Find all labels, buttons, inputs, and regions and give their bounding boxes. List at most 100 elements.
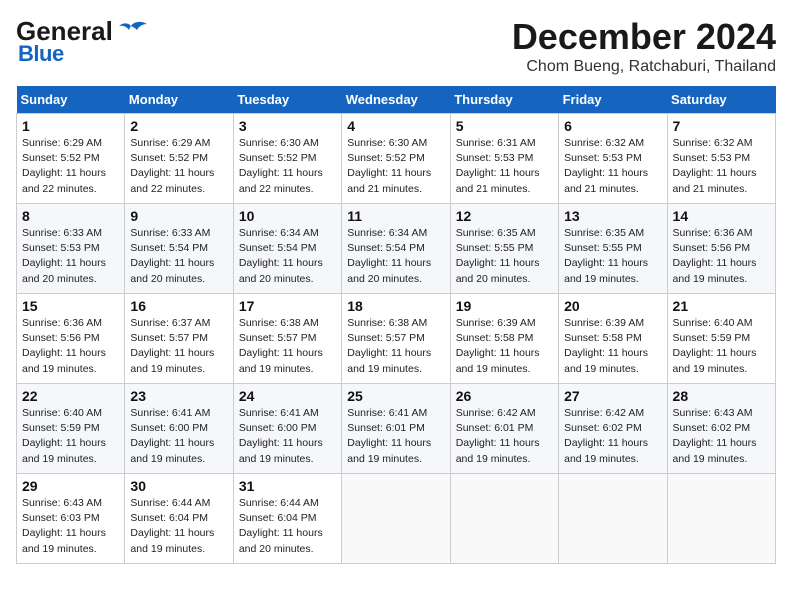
location-title: Chom Bueng, Ratchaburi, Thailand <box>512 58 776 76</box>
logo-blue: Blue <box>18 41 149 67</box>
day-info: Sunrise: 6:34 AM Sunset: 5:54 PM Dayligh… <box>239 226 336 287</box>
day-info: Sunrise: 6:41 AM Sunset: 6:00 PM Dayligh… <box>130 406 227 467</box>
calendar-day-cell: 23 Sunrise: 6:41 AM Sunset: 6:00 PM Dayli… <box>125 384 233 474</box>
day-number: 5 <box>456 118 553 134</box>
day-info: Sunrise: 6:38 AM Sunset: 5:57 PM Dayligh… <box>347 316 444 377</box>
day-info: Sunrise: 6:35 AM Sunset: 5:55 PM Dayligh… <box>456 226 553 287</box>
calendar-day-cell: 16 Sunrise: 6:37 AM Sunset: 5:57 PM Dayli… <box>125 294 233 384</box>
day-number: 14 <box>673 208 770 224</box>
day-number: 17 <box>239 298 336 314</box>
day-info: Sunrise: 6:41 AM Sunset: 6:00 PM Dayligh… <box>239 406 336 467</box>
day-number: 10 <box>239 208 336 224</box>
day-number: 29 <box>22 478 119 494</box>
day-info: Sunrise: 6:36 AM Sunset: 5:56 PM Dayligh… <box>673 226 770 287</box>
day-info: Sunrise: 6:33 AM Sunset: 5:53 PM Dayligh… <box>22 226 119 287</box>
calendar-day-cell <box>450 474 558 564</box>
day-info: Sunrise: 6:31 AM Sunset: 5:53 PM Dayligh… <box>456 136 553 197</box>
calendar-day-cell: 18 Sunrise: 6:38 AM Sunset: 5:57 PM Dayli… <box>342 294 450 384</box>
day-of-week-header: Thursday <box>450 86 558 114</box>
day-of-week-header: Sunday <box>17 86 125 114</box>
calendar-day-cell: 31 Sunrise: 6:44 AM Sunset: 6:04 PM Dayli… <box>233 474 341 564</box>
day-info: Sunrise: 6:34 AM Sunset: 5:54 PM Dayligh… <box>347 226 444 287</box>
day-info: Sunrise: 6:29 AM Sunset: 5:52 PM Dayligh… <box>22 136 119 197</box>
day-info: Sunrise: 6:30 AM Sunset: 5:52 PM Dayligh… <box>347 136 444 197</box>
day-number: 9 <box>130 208 227 224</box>
calendar-week-row: 22Sunrise: 6:40 AM Sunset: 5:59 PM Dayli… <box>17 384 776 474</box>
day-info: Sunrise: 6:44 AM Sunset: 6:04 PM Dayligh… <box>130 496 227 557</box>
calendar-week-row: 15 Sunrise: 6:36 AM Sunset: 5:56 PM Dayli… <box>17 294 776 384</box>
day-number: 7 <box>673 118 770 134</box>
calendar-day-cell: 13 Sunrise: 6:35 AM Sunset: 5:55 PM Dayli… <box>559 204 667 294</box>
day-number: 24 <box>239 388 336 404</box>
day-number: 1 <box>22 118 119 134</box>
day-info: Sunrise: 6:32 AM Sunset: 5:53 PM Dayligh… <box>564 136 661 197</box>
calendar-day-cell <box>342 474 450 564</box>
day-number: 26 <box>456 388 553 404</box>
day-info: Sunrise: 6:39 AM Sunset: 5:58 PM Dayligh… <box>564 316 661 377</box>
day-number: 6 <box>564 118 661 134</box>
day-number: 13 <box>564 208 661 224</box>
calendar-day-cell: 20 Sunrise: 6:39 AM Sunset: 5:58 PM Dayli… <box>559 294 667 384</box>
day-number: 12 <box>456 208 553 224</box>
day-of-week-header: Wednesday <box>342 86 450 114</box>
day-number: 15 <box>22 298 119 314</box>
calendar-day-cell: 28 Sunrise: 6:43 AM Sunset: 6:02 PM Dayli… <box>667 384 775 474</box>
calendar-day-cell: 21Sunrise: 6:40 AM Sunset: 5:59 PM Dayli… <box>667 294 775 384</box>
calendar-body: 1 Sunrise: 6:29 AM Sunset: 5:52 PM Daylig… <box>17 114 776 564</box>
day-of-week-header: Monday <box>125 86 233 114</box>
page-header: General Blue December 2024 Chom Bueng, R… <box>16 16 776 76</box>
calendar-day-cell: 24 Sunrise: 6:41 AM Sunset: 6:00 PM Dayli… <box>233 384 341 474</box>
day-info: Sunrise: 6:42 AM Sunset: 6:02 PM Dayligh… <box>564 406 661 467</box>
day-number: 20 <box>564 298 661 314</box>
calendar-day-cell: 6 Sunrise: 6:32 AM Sunset: 5:53 PM Daylig… <box>559 114 667 204</box>
calendar-day-cell: 30Sunrise: 6:44 AM Sunset: 6:04 PM Dayli… <box>125 474 233 564</box>
day-info: Sunrise: 6:30 AM Sunset: 5:52 PM Dayligh… <box>239 136 336 197</box>
day-number: 16 <box>130 298 227 314</box>
calendar-day-cell: 15 Sunrise: 6:36 AM Sunset: 5:56 PM Dayli… <box>17 294 125 384</box>
calendar-day-cell <box>559 474 667 564</box>
calendar-day-cell: 1 Sunrise: 6:29 AM Sunset: 5:52 PM Daylig… <box>17 114 125 204</box>
day-info: Sunrise: 6:43 AM Sunset: 6:02 PM Dayligh… <box>673 406 770 467</box>
day-number: 2 <box>130 118 227 134</box>
calendar-day-cell: 9 Sunrise: 6:33 AM Sunset: 5:54 PM Daylig… <box>125 204 233 294</box>
calendar-day-cell: 11Sunrise: 6:34 AM Sunset: 5:54 PM Dayli… <box>342 204 450 294</box>
calendar-day-cell: 10 Sunrise: 6:34 AM Sunset: 5:54 PM Dayli… <box>233 204 341 294</box>
day-number: 28 <box>673 388 770 404</box>
day-number: 8 <box>22 208 119 224</box>
day-number: 19 <box>456 298 553 314</box>
calendar-day-cell <box>667 474 775 564</box>
day-number: 18 <box>347 298 444 314</box>
day-of-week-header: Friday <box>559 86 667 114</box>
day-number: 3 <box>239 118 336 134</box>
calendar-day-cell: 29 Sunrise: 6:43 AM Sunset: 6:03 PM Dayli… <box>17 474 125 564</box>
day-info: Sunrise: 6:33 AM Sunset: 5:54 PM Dayligh… <box>130 226 227 287</box>
calendar-day-cell: 22Sunrise: 6:40 AM Sunset: 5:59 PM Dayli… <box>17 384 125 474</box>
month-title: December 2024 <box>512 16 776 58</box>
calendar-day-cell: 4 Sunrise: 6:30 AM Sunset: 5:52 PM Daylig… <box>342 114 450 204</box>
day-number: 31 <box>239 478 336 494</box>
calendar-day-cell: 27 Sunrise: 6:42 AM Sunset: 6:02 PM Dayli… <box>559 384 667 474</box>
day-info: Sunrise: 6:36 AM Sunset: 5:56 PM Dayligh… <box>22 316 119 377</box>
day-of-week-header: Saturday <box>667 86 775 114</box>
day-info: Sunrise: 6:38 AM Sunset: 5:57 PM Dayligh… <box>239 316 336 377</box>
day-info: Sunrise: 6:29 AM Sunset: 5:52 PM Dayligh… <box>130 136 227 197</box>
day-info: Sunrise: 6:44 AM Sunset: 6:04 PM Dayligh… <box>239 496 336 557</box>
day-number: 27 <box>564 388 661 404</box>
calendar-week-row: 1 Sunrise: 6:29 AM Sunset: 5:52 PM Daylig… <box>17 114 776 204</box>
calendar-day-cell: 25Sunrise: 6:41 AM Sunset: 6:01 PM Dayli… <box>342 384 450 474</box>
day-info: Sunrise: 6:37 AM Sunset: 5:57 PM Dayligh… <box>130 316 227 377</box>
logo: General Blue <box>16 16 149 67</box>
calendar-day-cell: 5 Sunrise: 6:31 AM Sunset: 5:53 PM Daylig… <box>450 114 558 204</box>
calendar-week-row: 29 Sunrise: 6:43 AM Sunset: 6:03 PM Dayli… <box>17 474 776 564</box>
day-number: 4 <box>347 118 444 134</box>
calendar-header-row: SundayMondayTuesdayWednesdayThursdayFrid… <box>17 86 776 114</box>
day-info: Sunrise: 6:43 AM Sunset: 6:03 PM Dayligh… <box>22 496 119 557</box>
title-section: December 2024 Chom Bueng, Ratchaburi, Th… <box>512 16 776 76</box>
day-number: 23 <box>130 388 227 404</box>
calendar-day-cell: 14 Sunrise: 6:36 AM Sunset: 5:56 PM Dayli… <box>667 204 775 294</box>
day-number: 21 <box>673 298 770 314</box>
day-info: Sunrise: 6:35 AM Sunset: 5:55 PM Dayligh… <box>564 226 661 287</box>
day-info: Sunrise: 6:41 AM Sunset: 6:01 PM Dayligh… <box>347 406 444 467</box>
calendar-day-cell: 3 Sunrise: 6:30 AM Sunset: 5:52 PM Daylig… <box>233 114 341 204</box>
day-info: Sunrise: 6:32 AM Sunset: 5:53 PM Dayligh… <box>673 136 770 197</box>
